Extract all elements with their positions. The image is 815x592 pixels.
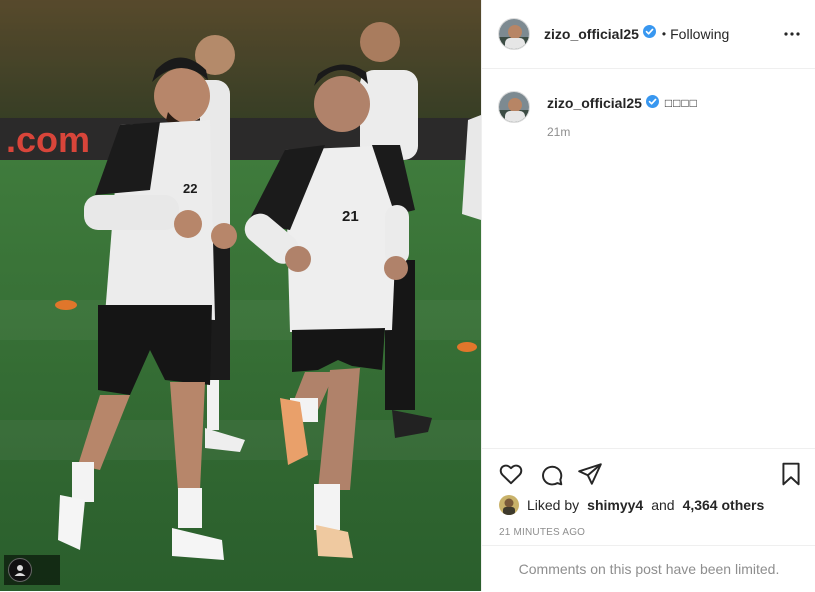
following-button[interactable]: Following	[670, 26, 729, 42]
post-header: zizo_official25 • Following	[482, 0, 815, 69]
avatar[interactable]	[498, 18, 530, 50]
caption-avatar[interactable]	[498, 91, 530, 123]
separator-dot: •	[661, 27, 667, 41]
likes-summary: Liked by shimyy4 and 4,364 others	[499, 495, 764, 515]
liked-by-prefix: Liked by	[527, 497, 580, 513]
jersey-number-22: 22	[183, 181, 197, 196]
caption-text: □□□□	[664, 96, 698, 110]
heart-icon[interactable]	[498, 461, 524, 487]
liker-avatar[interactable]	[499, 495, 519, 515]
post-caption: zizo_official25 □□□□ 21m	[498, 91, 698, 139]
comments-limited-notice: Comments on this post have been limited.	[482, 545, 815, 592]
paper-plane-icon[interactable]	[577, 461, 603, 487]
liked-by-others-link[interactable]: 4,364 others	[683, 497, 765, 513]
bookmark-icon[interactable]	[778, 461, 804, 487]
caption-timestamp[interactable]: 21m	[547, 125, 698, 139]
watermark	[4, 555, 60, 585]
verified-badge-icon	[645, 95, 659, 111]
liked-by-joiner: and	[651, 497, 675, 513]
jersey-number-21: 21	[342, 208, 359, 225]
ad-board-text: .com	[6, 119, 90, 160]
post-side-panel: zizo_official25 • Following zizo_officia…	[481, 0, 815, 591]
verified-badge-icon	[642, 25, 656, 43]
user-silhouette-icon	[8, 558, 32, 582]
post-timestamp[interactable]: 21 MINUTES AGO	[499, 527, 585, 538]
comment-bubble-icon[interactable]	[538, 461, 564, 487]
caption-username[interactable]: zizo_official25	[547, 95, 642, 111]
liked-by-user-link[interactable]: shimyy4	[587, 497, 643, 513]
football-training-image: .com 22 21	[0, 0, 481, 591]
more-options-icon[interactable]	[782, 24, 802, 44]
username-link[interactable]: zizo_official25	[544, 26, 639, 42]
action-bar	[482, 448, 815, 499]
post-photo[interactable]: .com 22 21	[0, 0, 481, 591]
